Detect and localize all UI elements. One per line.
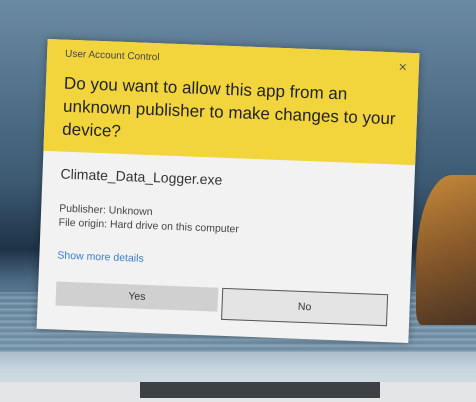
bezel-shadow [140,382,380,398]
no-button[interactable]: No [221,287,389,327]
app-details: Publisher: Unknown File origin: Hard dri… [58,202,239,237]
close-icon[interactable]: × [398,58,407,74]
uac-header: User Account Control × Do you want to al… [43,38,420,166]
uac-dialog: User Account Control × Do you want to al… [36,38,420,344]
dialog-title: User Account Control [64,48,160,64]
uac-question: Do you want to allow this app from an un… [61,73,396,141]
yes-button[interactable]: Yes [55,281,219,312]
app-name: Climate_Data_Logger.exe [60,165,223,188]
show-more-details-link[interactable]: Show more details [57,250,144,265]
